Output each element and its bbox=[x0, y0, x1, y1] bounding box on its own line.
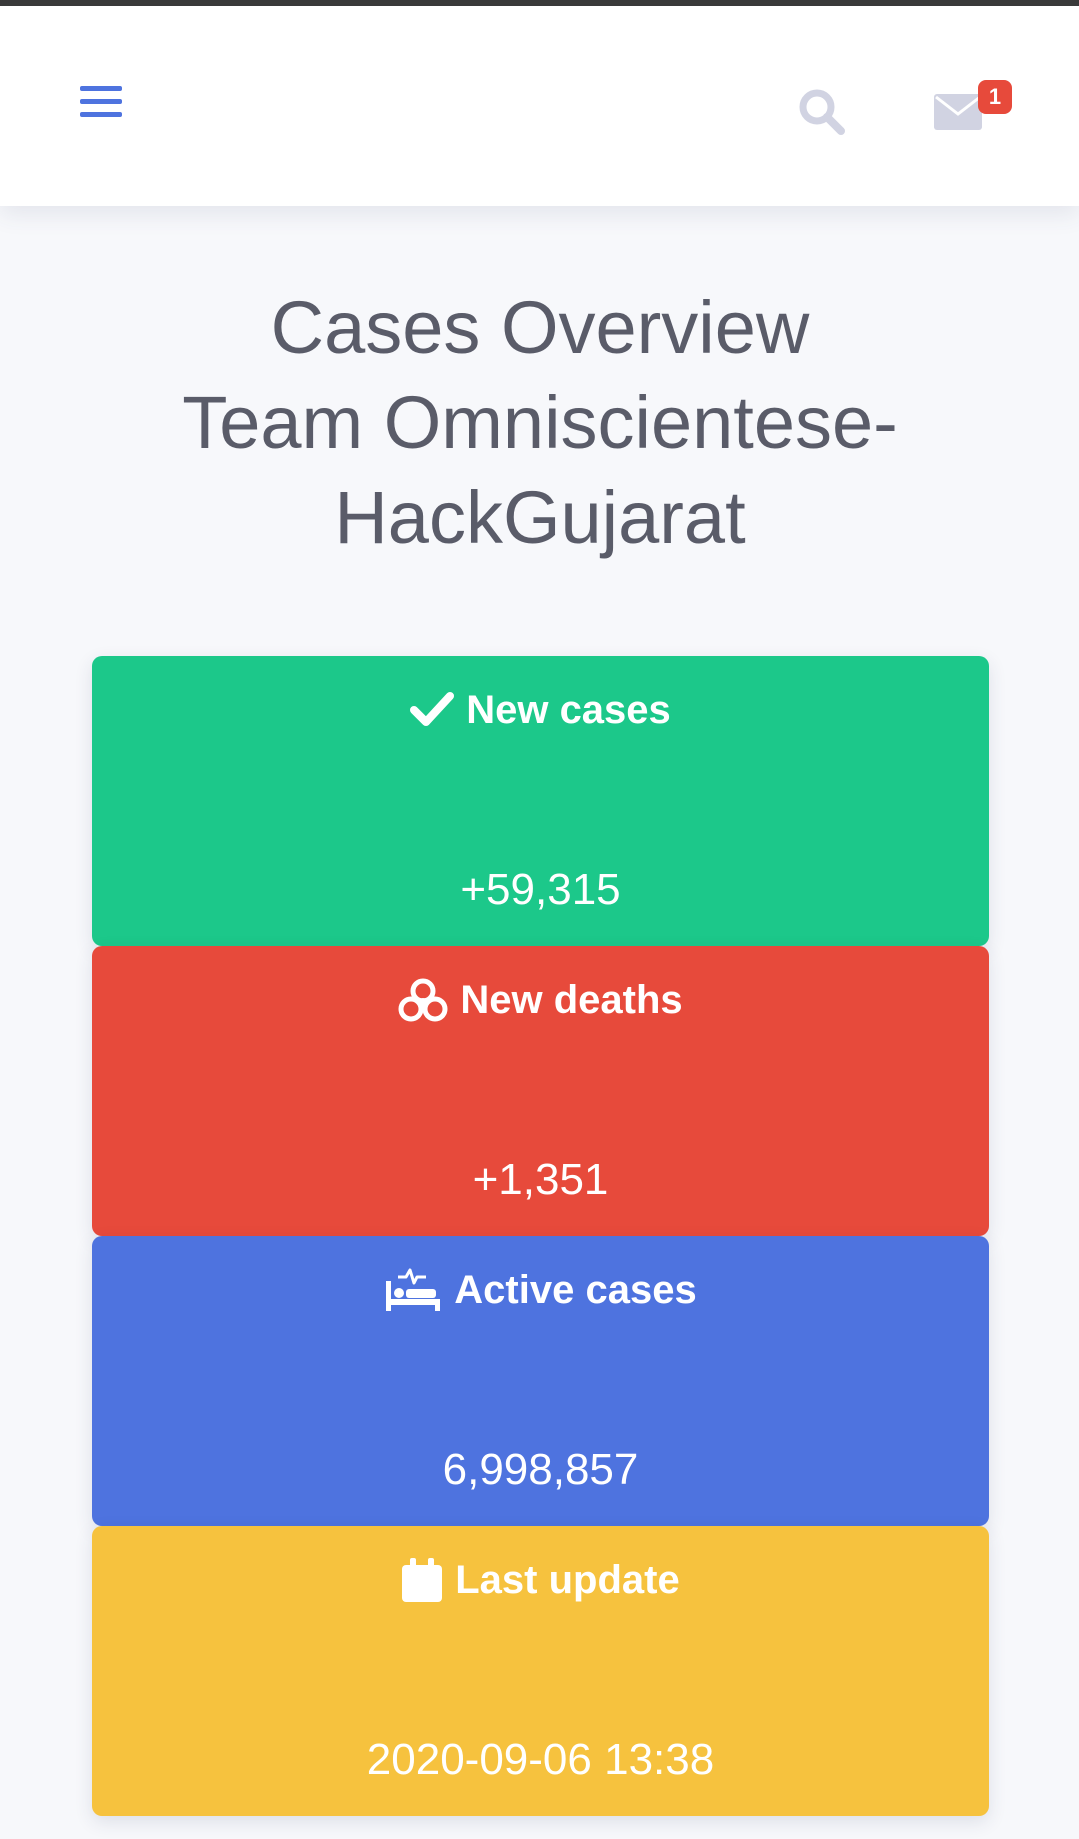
top-navbar: 1 bbox=[0, 6, 1079, 206]
card-value: 6,998,857 bbox=[442, 1445, 639, 1494]
page-title: Cases Overview Team Omniscientese- HackG… bbox=[182, 286, 898, 559]
hamburger-icon-bar bbox=[80, 112, 122, 117]
card-header: Active cases bbox=[92, 1266, 989, 1314]
hamburger-icon-bar bbox=[80, 99, 122, 104]
card-header: Last update bbox=[92, 1556, 989, 1604]
messages-button[interactable]: 1 bbox=[934, 72, 1014, 136]
message-count-badge: 1 bbox=[978, 80, 1012, 114]
card-label: Last update bbox=[455, 1558, 680, 1602]
calendar-icon bbox=[402, 1558, 443, 1602]
card-label: Active cases bbox=[454, 1268, 697, 1312]
last-update-card: Last update 2020-09-06 13:38 bbox=[92, 1526, 989, 1816]
new-deaths-card: New deaths +1,351 bbox=[92, 946, 989, 1236]
stats-cards: New cases +59,315 New deaths +1,351 Acti… bbox=[92, 656, 989, 1816]
search-button[interactable] bbox=[796, 86, 848, 138]
check-icon bbox=[410, 692, 455, 726]
biohazard-icon bbox=[398, 978, 448, 1022]
new-cases-card: New cases +59,315 bbox=[92, 656, 989, 946]
procedures-bed-icon bbox=[386, 1268, 441, 1311]
card-label: New deaths bbox=[460, 978, 683, 1022]
card-value: 2020-09-06 13:38 bbox=[366, 1735, 715, 1784]
card-value: +1,351 bbox=[472, 1155, 609, 1204]
hamburger-icon bbox=[80, 86, 122, 91]
card-value: +59,315 bbox=[460, 865, 621, 914]
card-header: New deaths bbox=[92, 976, 989, 1024]
card-header: New cases bbox=[92, 686, 989, 734]
active-cases-card: Active cases 6,998,857 bbox=[92, 1236, 989, 1526]
card-label: New cases bbox=[466, 688, 671, 732]
search-icon bbox=[799, 89, 845, 135]
sidebar-toggle-button[interactable] bbox=[80, 86, 124, 126]
